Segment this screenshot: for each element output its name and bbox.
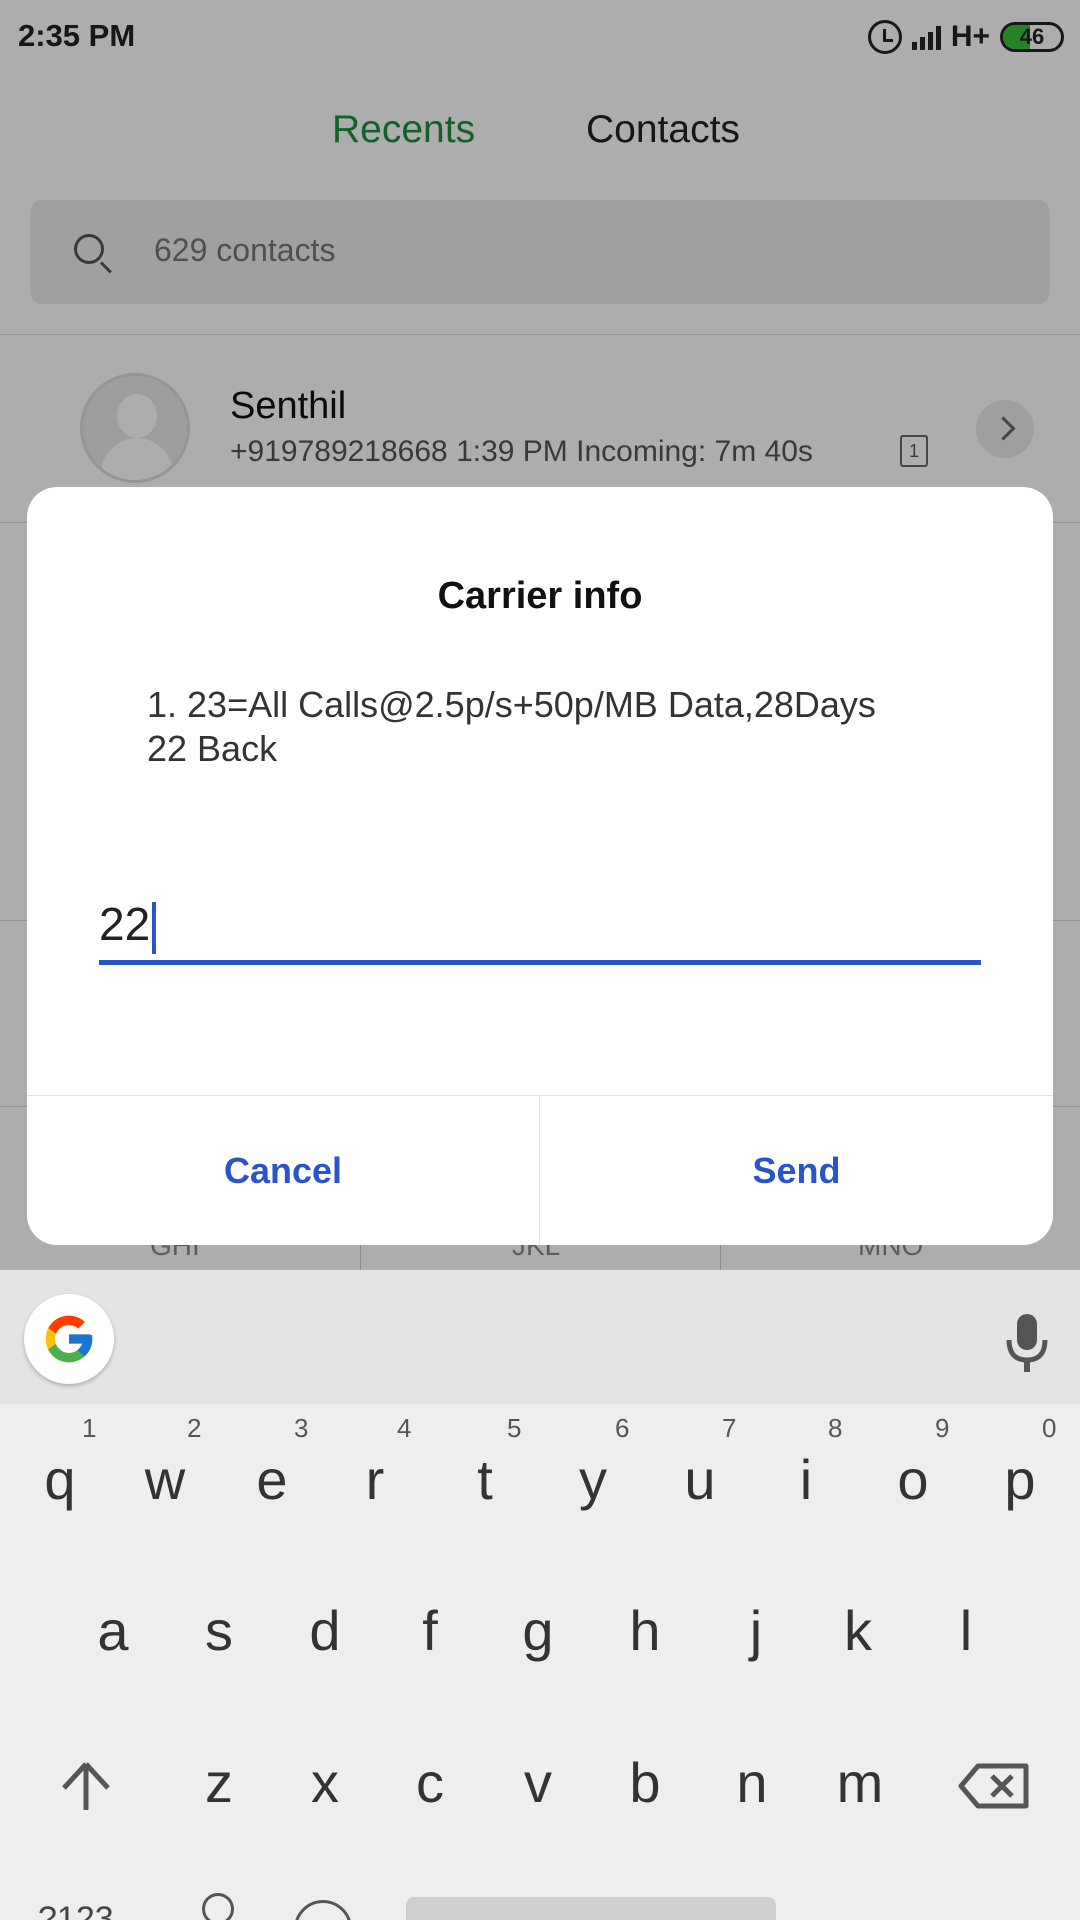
key-t[interactable]: t (455, 1447, 515, 1512)
dialog-message: 1. 23=All Calls@2.5p/s+50p/MB Data,28Day… (147, 683, 1007, 771)
key-p[interactable]: p (990, 1447, 1050, 1512)
key-i[interactable]: i (776, 1447, 836, 1512)
key-hint-5: 5 (507, 1413, 522, 1443)
key-r[interactable]: r (345, 1447, 405, 1512)
key-h[interactable]: h (615, 1598, 675, 1663)
backspace-icon[interactable] (958, 1762, 1030, 1815)
key-f[interactable]: f (400, 1598, 460, 1663)
google-g-icon[interactable] (24, 1294, 114, 1384)
key-s[interactable]: s (189, 1598, 249, 1663)
key-b[interactable]: b (615, 1750, 675, 1815)
key-u[interactable]: u (670, 1447, 730, 1512)
message-line: 1. 23=All Calls@2.5p/s+50p/MB Data,28Day… (147, 684, 876, 725)
carrier-info-dialog: Carrier info 1. 23=All Calls@2.5p/s+50p/… (27, 487, 1053, 1245)
message-line: 22 Back (147, 728, 278, 769)
cancel-button[interactable]: Cancel (27, 1096, 540, 1245)
keyboard-toolbar (0, 1270, 1080, 1404)
key-n[interactable]: n (722, 1750, 782, 1815)
key-c[interactable]: c (400, 1750, 460, 1815)
emoji-icon[interactable] (202, 1893, 234, 1920)
key-hint-2: 2 (187, 1413, 202, 1443)
key-m[interactable]: m (830, 1750, 890, 1815)
mic-icon[interactable] (1002, 1312, 1078, 1376)
key-j[interactable]: j (726, 1598, 786, 1663)
spacebar[interactable] (406, 1897, 776, 1920)
key-hint-3: 3 (294, 1413, 309, 1443)
dialog-buttons: Cancel Send (27, 1095, 1053, 1245)
key-g[interactable]: g (508, 1598, 568, 1663)
dialog-title: Carrier info (437, 575, 643, 617)
key-k[interactable]: k (828, 1598, 888, 1663)
key-o[interactable]: o (883, 1447, 943, 1512)
key-l[interactable]: l (936, 1598, 996, 1663)
key-e[interactable]: e (242, 1447, 302, 1512)
key-w[interactable]: w (135, 1447, 195, 1512)
key-v[interactable]: v (508, 1750, 568, 1815)
key-hint-4: 4 (397, 1413, 412, 1443)
key-z[interactable]: z (189, 1750, 249, 1815)
key-q[interactable]: q (30, 1447, 90, 1512)
key-a[interactable]: a (83, 1598, 143, 1663)
key-d[interactable]: d (295, 1598, 355, 1663)
key-hint-0: 0 (1042, 1413, 1057, 1443)
soft-keyboard (0, 1270, 1080, 1920)
shift-icon[interactable] (60, 1760, 112, 1817)
key-y[interactable]: y (563, 1447, 623, 1512)
input-text: 22 (99, 898, 151, 950)
reply-input[interactable]: 22 (99, 897, 981, 965)
reply-input-value: 22 (99, 897, 157, 954)
send-button[interactable]: Send (540, 1096, 1053, 1245)
key-hint-9: 9 (935, 1413, 950, 1443)
key-hint-7: 7 (722, 1413, 737, 1443)
key-hint-6: 6 (615, 1413, 630, 1443)
numbers-key[interactable]: ?123 (38, 1900, 114, 1920)
key-hint-8: 8 (828, 1413, 843, 1443)
key-hint-1: 1 (82, 1413, 97, 1443)
text-cursor (152, 901, 157, 954)
key-x[interactable]: x (295, 1750, 355, 1815)
